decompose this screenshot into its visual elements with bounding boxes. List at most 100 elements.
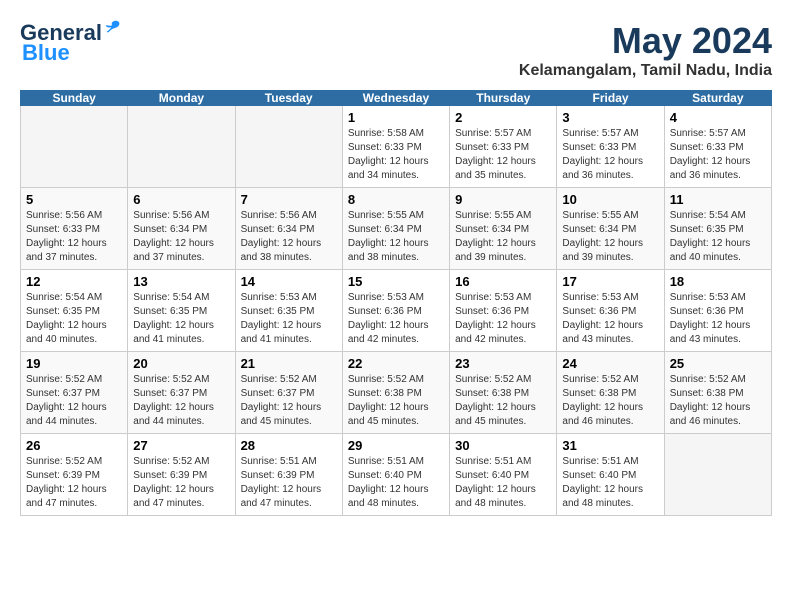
date-number: 31 [562,438,658,453]
week-row-3: 12 Sunrise: 5:54 AM Sunset: 6:35 PM Dayli… [21,270,772,352]
month-title: May 2024 [519,20,772,62]
day-info: Sunrise: 5:52 AM Sunset: 6:38 PM Dayligh… [562,373,658,429]
day-info: Sunrise: 5:57 AM Sunset: 6:33 PM Dayligh… [562,127,658,183]
calendar-cell: 30 Sunrise: 5:51 AM Sunset: 6:40 PM Dayli… [450,434,557,516]
date-number: 18 [670,274,766,289]
date-number: 11 [670,192,766,207]
day-info: Sunrise: 5:56 AM Sunset: 6:34 PM Dayligh… [133,209,229,265]
calendar-cell: 12 Sunrise: 5:54 AM Sunset: 6:35 PM Dayli… [21,270,128,352]
week-row-4: 19Sunrise: 5:52 AM Sunset: 6:37 PM Dayli… [21,352,772,434]
date-number: 21 [241,356,337,371]
calendar-cell: 28 Sunrise: 5:51 AM Sunset: 6:39 PM Dayli… [235,434,342,516]
day-info: Sunrise: 5:54 AM Sunset: 6:35 PM Dayligh… [133,291,229,347]
date-number: 3 [562,110,658,125]
date-number: 14 [241,274,337,289]
calendar-cell: 2 Sunrise: 5:57 AM Sunset: 6:33 PM Daylig… [450,106,557,188]
day-info: Sunrise: 5:55 AM Sunset: 6:34 PM Dayligh… [562,209,658,265]
day-info: Sunrise: 5:54 AM Sunset: 6:35 PM Dayligh… [26,291,122,347]
day-info: Sunrise: 5:56 AM Sunset: 6:34 PM Dayligh… [241,209,337,265]
day-info: Sunrise: 5:53 AM Sunset: 6:36 PM Dayligh… [455,291,551,347]
day-info: Sunrise: 5:52 AM Sunset: 6:39 PM Dayligh… [26,455,122,511]
day-header-monday: Monday [128,91,235,106]
calendar-cell: 19Sunrise: 5:52 AM Sunset: 6:37 PM Dayli… [21,352,128,434]
week-row-1: 1Sunrise: 5:58 AM Sunset: 6:33 PM Daylig… [21,106,772,188]
date-number: 29 [348,438,444,453]
date-number: 28 [241,438,337,453]
date-number: 22 [348,356,444,371]
calendar-cell: 13 Sunrise: 5:54 AM Sunset: 6:35 PM Dayli… [128,270,235,352]
title-section: May 2024 Kelamangalam, Tamil Nadu, India [519,20,772,80]
calendar-cell: 1Sunrise: 5:58 AM Sunset: 6:33 PM Daylig… [342,106,449,188]
calendar-cell: 15Sunrise: 5:53 AM Sunset: 6:36 PM Dayli… [342,270,449,352]
day-info: Sunrise: 5:55 AM Sunset: 6:34 PM Dayligh… [455,209,551,265]
calendar-cell: 4 Sunrise: 5:57 AM Sunset: 6:33 PM Daylig… [664,106,771,188]
calendar-cell: 29 Sunrise: 5:51 AM Sunset: 6:40 PM Dayli… [342,434,449,516]
date-number: 26 [26,438,122,453]
calendar-table: SundayMondayTuesdayWednesdayThursdayFrid… [20,90,772,516]
date-number: 30 [455,438,551,453]
date-number: 5 [26,192,122,207]
page-header: General Blue May 2024 Kelamangalam, Tami… [20,20,772,80]
calendar-cell: 9 Sunrise: 5:55 AM Sunset: 6:34 PM Daylig… [450,188,557,270]
day-info: Sunrise: 5:51 AM Sunset: 6:39 PM Dayligh… [241,455,337,511]
calendar-cell: 17 Sunrise: 5:53 AM Sunset: 6:36 PM Dayli… [557,270,664,352]
day-header-thursday: Thursday [450,91,557,106]
logo-blue-text: Blue [22,40,70,66]
date-number: 24 [562,356,658,371]
calendar-cell: 18 Sunrise: 5:53 AM Sunset: 6:36 PM Dayli… [664,270,771,352]
day-info: Sunrise: 5:56 AM Sunset: 6:33 PM Dayligh… [26,209,122,265]
calendar-cell: 31 Sunrise: 5:51 AM Sunset: 6:40 PM Dayli… [557,434,664,516]
calendar-cell [21,106,128,188]
day-info: Sunrise: 5:54 AM Sunset: 6:35 PM Dayligh… [670,209,766,265]
date-number: 13 [133,274,229,289]
day-info: Sunrise: 5:58 AM Sunset: 6:33 PM Dayligh… [348,127,444,183]
calendar-cell: 24 Sunrise: 5:52 AM Sunset: 6:38 PM Dayli… [557,352,664,434]
date-number: 2 [455,110,551,125]
calendar-cell: 5 Sunrise: 5:56 AM Sunset: 6:33 PM Daylig… [21,188,128,270]
day-info: Sunrise: 5:55 AM Sunset: 6:34 PM Dayligh… [348,209,444,265]
calendar-cell [664,434,771,516]
day-info: Sunrise: 5:51 AM Sunset: 6:40 PM Dayligh… [455,455,551,511]
calendar-cell: 22 Sunrise: 5:52 AM Sunset: 6:38 PM Dayli… [342,352,449,434]
day-header-wednesday: Wednesday [342,91,449,106]
calendar-cell: 8 Sunrise: 5:55 AM Sunset: 6:34 PM Daylig… [342,188,449,270]
calendar-cell: 7Sunrise: 5:56 AM Sunset: 6:34 PM Daylig… [235,188,342,270]
calendar-cell: 23 Sunrise: 5:52 AM Sunset: 6:38 PM Dayli… [450,352,557,434]
day-info: Sunrise: 5:52 AM Sunset: 6:38 PM Dayligh… [348,373,444,429]
calendar-cell [128,106,235,188]
calendar-header-row: SundayMondayTuesdayWednesdayThursdayFrid… [21,91,772,106]
date-number: 8 [348,192,444,207]
day-info: Sunrise: 5:52 AM Sunset: 6:38 PM Dayligh… [670,373,766,429]
calendar-cell: 6 Sunrise: 5:56 AM Sunset: 6:34 PM Daylig… [128,188,235,270]
date-number: 4 [670,110,766,125]
day-header-tuesday: Tuesday [235,91,342,106]
calendar-cell: 26 Sunrise: 5:52 AM Sunset: 6:39 PM Dayli… [21,434,128,516]
date-number: 15 [348,274,444,289]
day-info: Sunrise: 5:51 AM Sunset: 6:40 PM Dayligh… [562,455,658,511]
day-header-sunday: Sunday [21,91,128,106]
day-info: Sunrise: 5:53 AM Sunset: 6:36 PM Dayligh… [670,291,766,347]
date-number: 27 [133,438,229,453]
calendar-cell: 14Sunrise: 5:53 AM Sunset: 6:35 PM Dayli… [235,270,342,352]
week-row-2: 5 Sunrise: 5:56 AM Sunset: 6:33 PM Daylig… [21,188,772,270]
date-number: 23 [455,356,551,371]
day-info: Sunrise: 5:52 AM Sunset: 6:39 PM Dayligh… [133,455,229,511]
logo: General Blue [20,20,122,66]
day-info: Sunrise: 5:57 AM Sunset: 6:33 PM Dayligh… [670,127,766,183]
day-info: Sunrise: 5:52 AM Sunset: 6:38 PM Dayligh… [455,373,551,429]
date-number: 20 [133,356,229,371]
calendar-cell [235,106,342,188]
day-info: Sunrise: 5:52 AM Sunset: 6:37 PM Dayligh… [26,373,122,429]
day-info: Sunrise: 5:51 AM Sunset: 6:40 PM Dayligh… [348,455,444,511]
calendar-cell: 11 Sunrise: 5:54 AM Sunset: 6:35 PM Dayli… [664,188,771,270]
week-row-5: 26 Sunrise: 5:52 AM Sunset: 6:39 PM Dayli… [21,434,772,516]
calendar-cell: 16Sunrise: 5:53 AM Sunset: 6:36 PM Dayli… [450,270,557,352]
date-number: 9 [455,192,551,207]
date-number: 6 [133,192,229,207]
day-info: Sunrise: 5:52 AM Sunset: 6:37 PM Dayligh… [133,373,229,429]
day-info: Sunrise: 5:53 AM Sunset: 6:36 PM Dayligh… [562,291,658,347]
day-info: Sunrise: 5:57 AM Sunset: 6:33 PM Dayligh… [455,127,551,183]
date-number: 12 [26,274,122,289]
date-number: 17 [562,274,658,289]
calendar-cell: 27 Sunrise: 5:52 AM Sunset: 6:39 PM Dayli… [128,434,235,516]
